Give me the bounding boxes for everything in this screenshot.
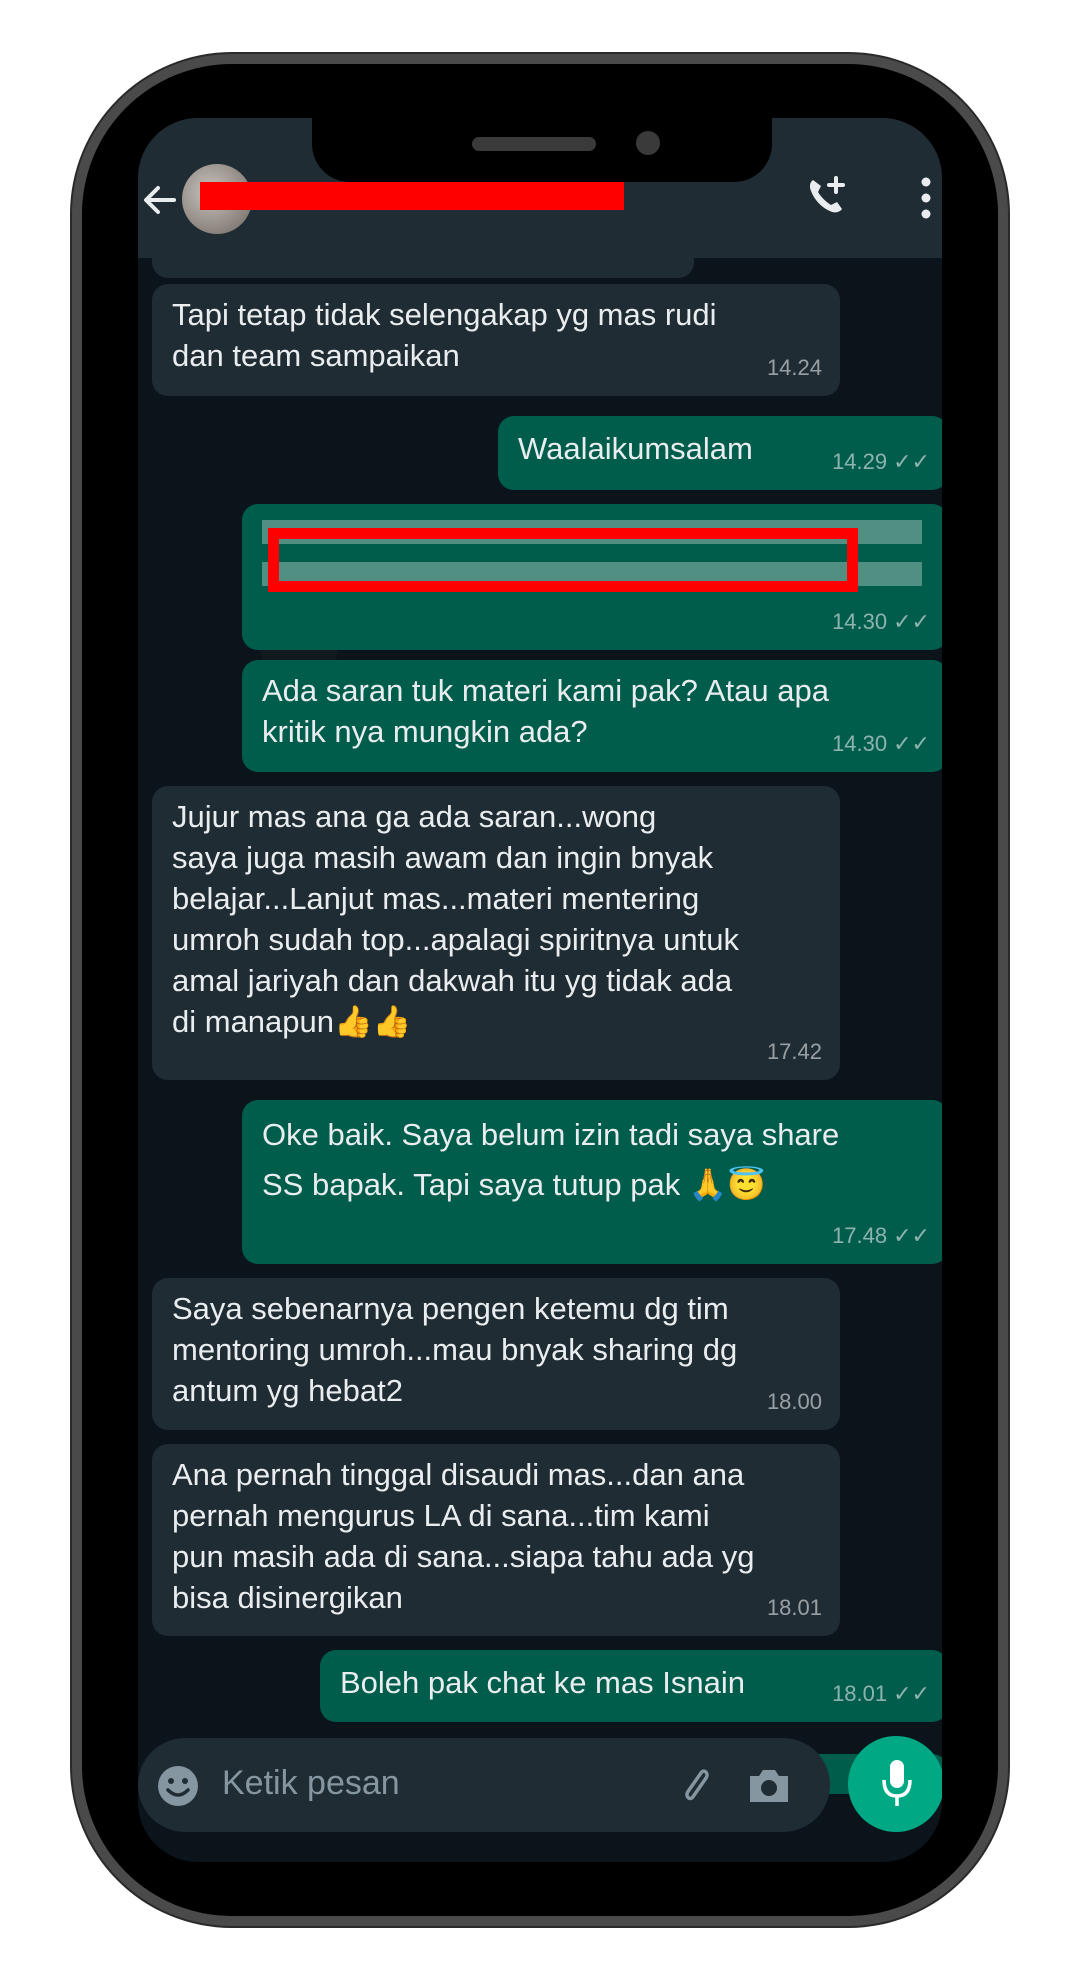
add-call-icon[interactable] (804, 174, 848, 218)
redaction-box (268, 528, 858, 592)
message-time: 14.30 ✓✓ (832, 731, 930, 756)
arrow-left-icon[interactable] (140, 180, 180, 220)
redacted-contact-name (200, 182, 624, 210)
microphone-button[interactable] (848, 1736, 942, 1832)
message-time: 17.48 ✓✓ (832, 1223, 930, 1248)
phone-side-button-volume-down (70, 592, 82, 722)
message-text: Jujur mas ana ga ada saran...wong saya j… (172, 799, 739, 1039)
message-time: 18.00 (766, 1389, 822, 1414)
camera-icon[interactable] (746, 1764, 792, 1806)
message-text: Oke baik. Saya belum izin tadi saya shar… (262, 1117, 840, 1202)
message-bubble-incoming[interactable]: Jujur mas ana ga ada saran...wong saya j… (152, 786, 840, 1080)
phone-speaker (472, 137, 596, 151)
message-time: 17.42 (766, 1039, 822, 1064)
microphone-icon (882, 1760, 912, 1806)
message-text: Saya sebenarnya pengen ketemu dg tim men… (172, 1291, 738, 1408)
message-time: 18.01 (766, 1595, 822, 1620)
double-check-icon: ✓✓ (893, 609, 930, 634)
message-bubble-outgoing[interactable]: 14.30 ✓✓ (242, 504, 942, 650)
message-input-bar[interactable]: Ketik pesan (138, 1738, 830, 1832)
double-check-icon: ✓✓ (893, 1223, 930, 1248)
message-bubble-incoming[interactable]: Saya sebenarnya pengen ketemu dg tim men… (152, 1278, 840, 1430)
message-text: Tapi tetap tidak selengakap yg mas rudi … (172, 297, 717, 373)
message-bubble-outgoing[interactable]: Oke baik. Saya belum izin tadi saya shar… (242, 1100, 942, 1264)
phone-side-button-power (998, 470, 1010, 690)
message-bubble-incoming[interactable]: Ana pernah tinggal disaudi mas...dan ana… (152, 1444, 840, 1636)
double-check-icon: ✓✓ (893, 449, 930, 474)
chat-screen: Tapi tetap tidak selengakap yg mas rudi … (138, 118, 942, 1862)
double-check-icon: ✓✓ (893, 1681, 930, 1706)
message-time: 14.24 (766, 355, 822, 380)
message-bubble-outgoing[interactable]: Waalaikumsalam 14.29 ✓✓ (498, 416, 942, 490)
message-bubble-incoming[interactable]: Tapi tetap tidak selengakap yg mas rudi … (152, 284, 840, 396)
emoji-icon[interactable] (156, 1764, 200, 1808)
front-camera (636, 131, 660, 155)
double-check-icon: ✓✓ (893, 731, 930, 756)
message-input[interactable]: Ketik pesan (222, 1764, 400, 1803)
message-time: 14.30 ✓✓ (832, 609, 930, 634)
phone-side-button-volume-up (70, 430, 82, 560)
message-text: Ada saran tuk materi kami pak? Atau apa … (262, 673, 829, 749)
phone-side-button-mute (70, 300, 82, 372)
message-time: 14.29 ✓✓ (832, 449, 930, 474)
message-text: Ana pernah tinggal disaudi mas...dan ana… (172, 1457, 755, 1615)
message-bubble-outgoing[interactable]: Ada saran tuk materi kami pak? Atau apa … (242, 660, 942, 772)
message-bubble-outgoing[interactable]: Boleh pak chat ke mas Isnain 18.01 ✓✓ (320, 1650, 942, 1722)
more-vertical-icon[interactable] (918, 176, 934, 220)
paperclip-icon[interactable] (673, 1762, 719, 1808)
message-time: 18.01 ✓✓ (832, 1681, 930, 1706)
